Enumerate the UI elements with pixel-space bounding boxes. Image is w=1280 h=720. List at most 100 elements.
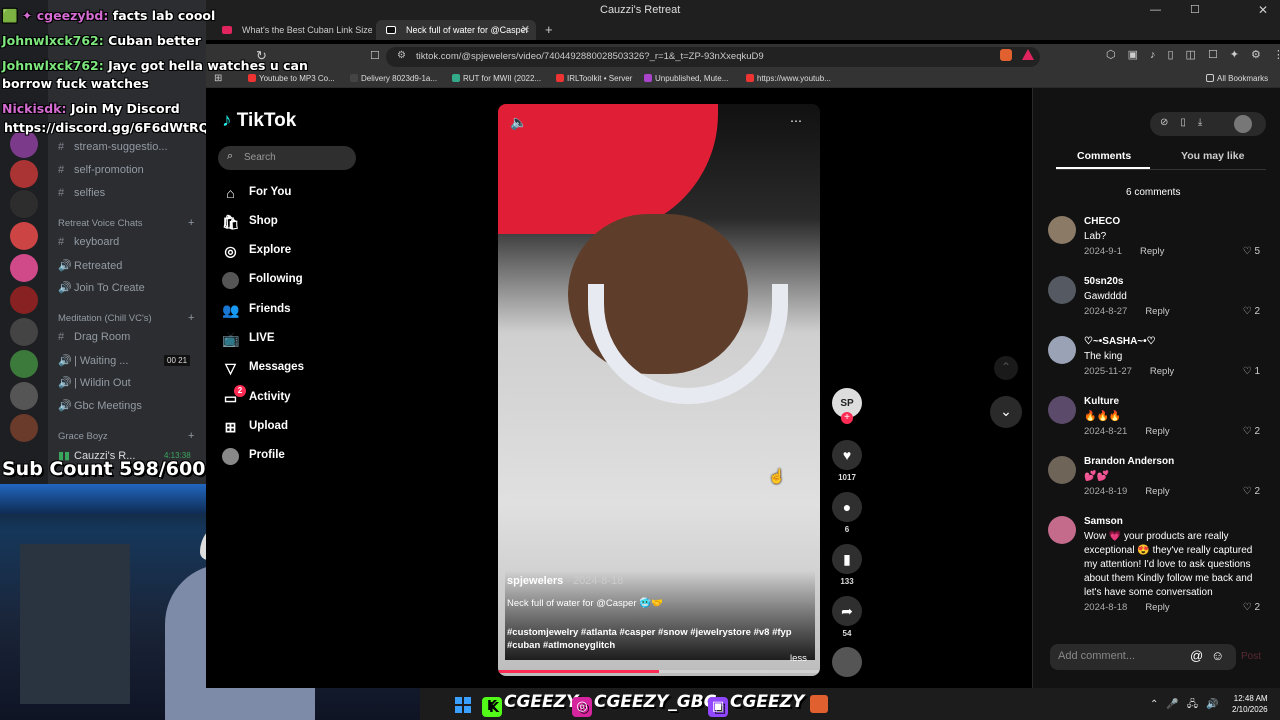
nav-live[interactable]: 📺 LIVE — [220, 330, 370, 352]
rewards-icon[interactable] — [1022, 49, 1034, 60]
previous-video-button[interactable]: ⌃ — [994, 356, 1018, 380]
commenter-avatar[interactable] — [1048, 336, 1076, 364]
bookmark-icon[interactable]: ☐ — [370, 49, 380, 62]
nav-following[interactable]: Following — [220, 271, 370, 293]
like-button[interactable]: ♥ 1017 — [832, 440, 862, 482]
bookmark-item[interactable]: Youtube to MP3 Co... — [248, 74, 335, 83]
nav-friends[interactable]: 👥 Friends — [220, 301, 370, 323]
close-window-button[interactable]: ✕ — [1258, 3, 1268, 17]
commenter-name[interactable]: CHECO — [1084, 216, 1120, 227]
post-button[interactable]: Post — [1241, 651, 1261, 662]
browser-tab-active[interactable]: Neck full of water for @Casper ✕ — [376, 20, 536, 40]
save-button[interactable]: ▮ 133 — [832, 544, 862, 586]
server-icon[interactable] — [10, 318, 38, 346]
share-button[interactable]: ➦ 54 — [832, 596, 862, 638]
next-video-button[interactable]: ⌄ — [990, 396, 1022, 428]
nav-profile[interactable]: Profile — [220, 447, 370, 469]
user-avatar[interactable] — [1234, 115, 1252, 133]
server-icon[interactable] — [10, 414, 38, 442]
minimize-button[interactable]: — — [1150, 4, 1161, 16]
voice-channel[interactable]: 🔊 Retreated — [58, 259, 122, 272]
video-author[interactable]: spjewelers · 2024-8-18 — [507, 575, 623, 587]
system-tray-icons[interactable]: ⌃🎤🖧🔊 — [1150, 697, 1226, 714]
apps-grid-icon[interactable]: ⊞ — [214, 73, 222, 84]
brave-shield-icon[interactable] — [1000, 49, 1012, 61]
commenter-avatar[interactable] — [1048, 516, 1076, 544]
channel-item[interactable]: # selfies — [58, 187, 105, 199]
reply-button[interactable]: Reply — [1145, 306, 1169, 317]
channel-item[interactable]: # stream-suggestio... — [58, 141, 168, 153]
all-bookmarks-button[interactable]: All Bookmarks — [1206, 74, 1268, 83]
commenter-name[interactable]: ♡~•SASHA~•♡ — [1084, 336, 1156, 347]
nav-explore[interactable]: ◎ Explore — [220, 242, 370, 264]
nav-upload[interactable]: ⊞ Upload — [220, 418, 370, 440]
commenter-name[interactable]: Samson — [1084, 516, 1123, 527]
emoji-icon[interactable]: ☺ — [1211, 648, 1224, 663]
server-icon[interactable] — [10, 286, 38, 314]
sound-disc[interactable] — [832, 647, 862, 677]
new-tab-button[interactable]: + — [545, 22, 553, 37]
voice-channel[interactable]: 🔊 Join To Create — [58, 281, 145, 294]
site-info-icon[interactable]: ⚙ — [397, 50, 406, 61]
channel-item[interactable]: # self-promotion — [58, 164, 144, 176]
tab-comments[interactable]: Comments — [1077, 150, 1131, 162]
reply-button[interactable]: Reply — [1145, 602, 1169, 613]
follow-plus-icon[interactable]: + — [841, 412, 853, 424]
bookmark-item[interactable]: Delivery 8023d9-1a... — [350, 74, 437, 83]
server-icon[interactable] — [10, 222, 38, 250]
category-grace-boyz[interactable]: Grace Boyz — [58, 431, 108, 442]
server-icon[interactable] — [10, 382, 38, 410]
commenter-avatar[interactable] — [1048, 216, 1076, 244]
less-button[interactable]: less — [790, 653, 807, 664]
taskbar-clock[interactable]: 12:48 AM 2/10/2026 — [1232, 693, 1268, 715]
browser-tab[interactable]: What's the Best Cuban Link Size for I — [212, 20, 372, 40]
comment-like[interactable]: ♡ 2 — [1243, 426, 1260, 437]
add-comment-input[interactable]: Add comment... — [1050, 644, 1236, 670]
commenter-avatar[interactable] — [1048, 276, 1076, 304]
close-tab-icon[interactable]: ✕ — [521, 23, 530, 36]
author-avatar[interactable]: SP + — [832, 388, 862, 424]
nav-activity[interactable]: ▭ 2 Activity — [220, 385, 370, 411]
add-channel-icon[interactable]: + — [188, 217, 194, 229]
comment-like[interactable]: ♡ 2 — [1243, 306, 1260, 317]
server-icon[interactable] — [10, 160, 38, 188]
category-retreat-voice[interactable]: Retreat Voice Chats — [58, 218, 143, 229]
voice-channel[interactable]: # Drag Room — [58, 331, 130, 343]
tab-you-may-like[interactable]: You may like — [1181, 150, 1244, 162]
server-icon[interactable] — [10, 254, 38, 282]
commenter-name[interactable]: Kulture — [1084, 396, 1119, 407]
windows-start-icon[interactable] — [455, 697, 471, 713]
bookmark-item[interactable]: https://www.youtub... — [746, 74, 831, 83]
voice-channel[interactable]: 🔊 | Waiting ... — [58, 354, 128, 367]
mention-icon[interactable]: @ — [1190, 648, 1203, 663]
commenter-avatar[interactable] — [1048, 456, 1076, 484]
video-hashtags[interactable]: #customjewelry #atlanta #casper #snow #j… — [507, 626, 807, 652]
reply-button[interactable]: Reply — [1150, 366, 1174, 377]
commenter-name[interactable]: Brandon Anderson — [1084, 456, 1174, 467]
nav-messages[interactable]: ▽ Messages — [220, 359, 370, 381]
header-icons[interactable]: ⊘▯⤓ — [1160, 117, 1214, 128]
url-input[interactable]: tiktok.com/@spjewelers/video/74044928800… — [386, 47, 1040, 67]
bookmark-item[interactable]: RUT for MWII (2022... — [452, 74, 541, 83]
reply-button[interactable]: Reply — [1145, 486, 1169, 497]
comment-button[interactable]: ● 6 — [832, 492, 862, 534]
server-icon[interactable] — [10, 350, 38, 378]
comment-like[interactable]: ♡ 2 — [1243, 486, 1260, 497]
add-channel-icon[interactable]: + — [188, 312, 194, 324]
maximize-button[interactable]: ☐ — [1190, 3, 1200, 16]
volume-icon[interactable]: 🔈 — [510, 114, 527, 131]
progress-track[interactable] — [498, 670, 820, 673]
taskbar-app-icon[interactable] — [810, 695, 828, 713]
comment-like[interactable]: ♡ 2 — [1243, 602, 1260, 613]
commenter-avatar[interactable] — [1048, 396, 1076, 424]
comment-like[interactable]: ♡ 1 — [1243, 366, 1260, 377]
bookmark-item[interactable]: Unpublished, Mute... — [644, 74, 728, 83]
comment-like[interactable]: ♡ 5 — [1243, 246, 1260, 257]
voice-channel[interactable]: 🔊 | Wildin Out — [58, 376, 131, 389]
tiktok-logo[interactable]: ♪ TikTok — [222, 110, 296, 132]
extensions-icons[interactable]: ⬡▣♪▯◫☐✦⚙⋮ — [1106, 48, 1280, 61]
server-icon[interactable] — [10, 190, 38, 218]
reply-button[interactable]: Reply — [1145, 426, 1169, 437]
category-meditation[interactable]: Meditation (Chill VC's) — [58, 313, 152, 324]
nav-shop[interactable]: 🛍 Shop — [220, 213, 370, 235]
